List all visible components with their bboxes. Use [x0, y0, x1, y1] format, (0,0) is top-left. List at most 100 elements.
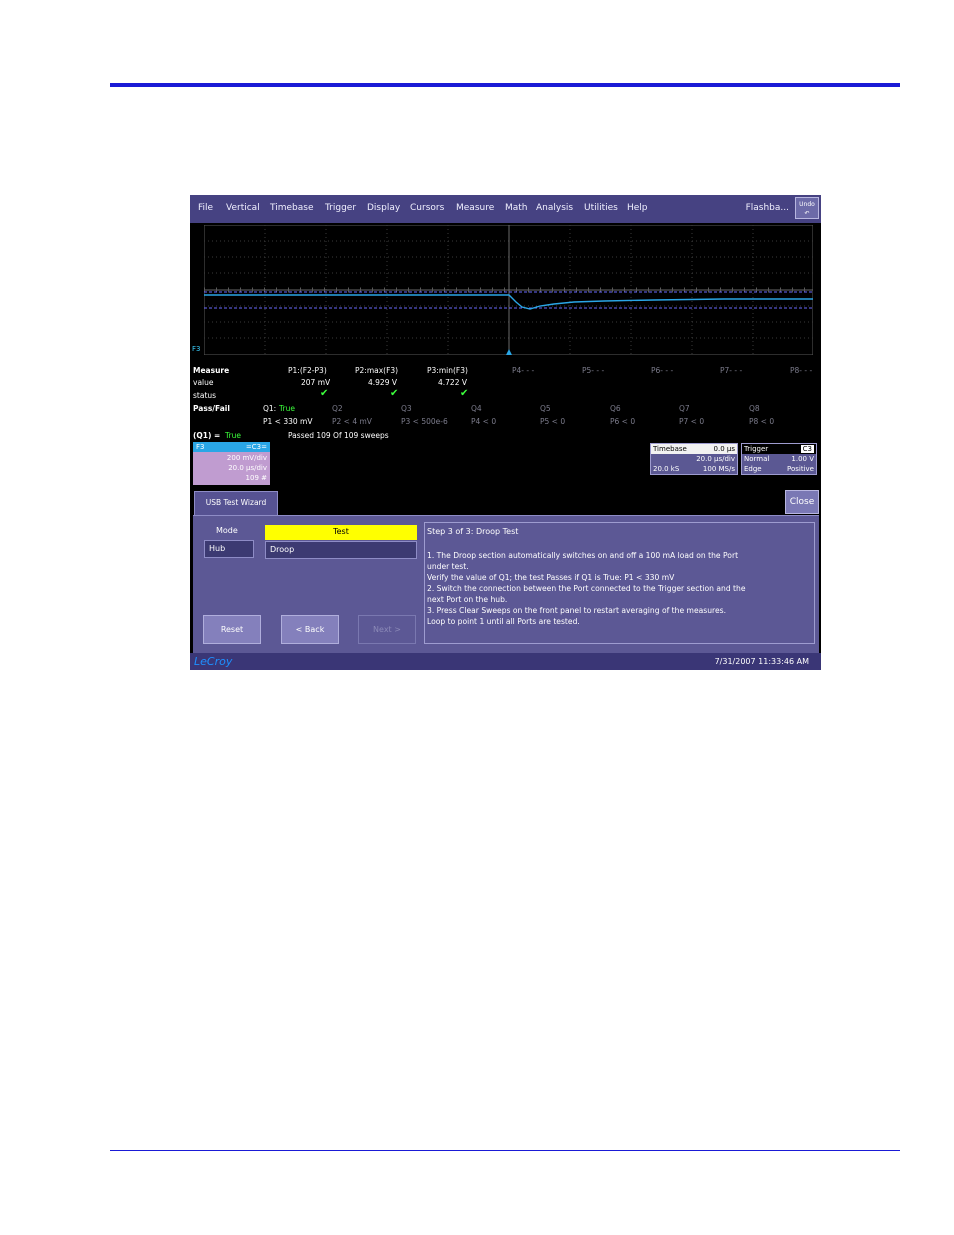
menu-bar: File Vertical Timebase Trigger Display C…	[190, 195, 821, 223]
back-button[interactable]: < Back	[281, 615, 339, 644]
passfail-q7-name[interactable]: Q7	[679, 404, 690, 413]
timebase-header: Timebase 0.0 µs	[651, 444, 737, 454]
passfail-q5-cond: P5 < 0	[540, 417, 566, 426]
page-footer-rule	[110, 1150, 900, 1151]
page-header-rule	[110, 83, 900, 87]
trigger-level: 1.00 V	[791, 455, 814, 463]
param-p2-name[interactable]: P2:max(F3)	[355, 366, 398, 375]
instruction-line: 2. Switch the connection between the Por…	[427, 584, 746, 593]
param-p7-name[interactable]: P7- - -	[720, 366, 742, 375]
menu-math[interactable]: Math	[505, 203, 528, 213]
instruction-line: next Port on the hub.	[427, 595, 508, 604]
reset-button[interactable]: Reset	[203, 615, 261, 644]
f3-source: =C3=	[245, 443, 267, 451]
f3-name: F3	[196, 443, 205, 451]
param-p6-name[interactable]: P6- - -	[651, 366, 673, 375]
undo-icon: ↶	[804, 210, 810, 217]
step-title: Step 3 of 3: Droop Test	[427, 527, 519, 536]
measure-value-label: value	[193, 378, 214, 387]
param-p1-value: 207 mV	[301, 378, 331, 387]
timebase-rate: 100 MS/s	[702, 465, 735, 473]
waveform-grid[interactable]	[204, 225, 813, 355]
menu-utilities[interactable]: Utilities	[584, 203, 618, 213]
passfail-q3-name[interactable]: Q3	[401, 404, 412, 413]
instruction-line: 1. The Droop section automatically switc…	[427, 551, 739, 560]
instruction-line: Loop to point 1 until all Ports are test…	[427, 617, 580, 626]
undo-button[interactable]: Undo ↶	[795, 197, 819, 219]
instruction-line: under test.	[427, 562, 469, 571]
close-button[interactable]: Close	[785, 490, 819, 514]
passfail-q6-name[interactable]: Q6	[610, 404, 621, 413]
timestamp: 7/31/2007 11:33:46 AM	[714, 657, 809, 666]
menu-trigger[interactable]: Trigger	[325, 203, 356, 213]
f3-tdiv: 20.0 µs/div	[228, 464, 267, 472]
param-p2-status-icon: ✔	[390, 388, 399, 399]
trigger-type: Edge	[744, 465, 762, 473]
param-p2-value: 4.929 V	[368, 378, 397, 387]
passfail-q5-name[interactable]: Q5	[540, 404, 551, 413]
passfail-summary-label: (Q1) =	[193, 431, 221, 440]
menu-analysis[interactable]: Analysis	[536, 203, 573, 213]
passfail-q8-cond: P8 < 0	[749, 417, 775, 426]
passfail-q1-state: True	[279, 404, 295, 413]
passfail-summary-text: Passed 109 Of 109 sweeps	[288, 431, 389, 440]
trigger-title: Trigger	[744, 445, 769, 453]
param-p5-name[interactable]: P5- - -	[582, 366, 604, 375]
timebase-samples: 20.0 kS	[653, 465, 680, 473]
menu-measure[interactable]: Measure	[456, 203, 494, 213]
passfail-q2-name[interactable]: Q2	[332, 404, 343, 413]
f3-descriptor-header: F3 =C3=	[193, 442, 270, 452]
timebase-title: Timebase	[653, 445, 687, 453]
passfail-q4-cond: P4 < 0	[471, 417, 497, 426]
trigger-slope: Positive	[787, 465, 814, 473]
waveform-svg	[204, 225, 813, 355]
step-instructions-panel: Step 3 of 3: Droop Test 1. The Droop sec…	[424, 522, 815, 644]
test-list-item-droop[interactable]: Droop	[265, 541, 417, 559]
passfail-q6-cond: P6 < 0	[610, 417, 636, 426]
timebase-delay: 0.0 µs	[713, 445, 735, 453]
timebase-descriptor[interactable]: Timebase 0.0 µs 20.0 µs/div 20.0 kS 100 …	[650, 443, 738, 475]
passfail-q3-cond: P3 < 500e-6	[401, 417, 448, 426]
trace-ground-marker[interactable]: F3	[192, 345, 200, 353]
param-p3-name[interactable]: P3:min(F3)	[427, 366, 468, 375]
passfail-summary-state: True	[225, 431, 241, 440]
menu-cursors[interactable]: Cursors	[410, 203, 444, 213]
mode-select[interactable]: Hub	[204, 540, 254, 558]
param-p4-name[interactable]: P4- - -	[512, 366, 534, 375]
menu-flashback[interactable]: Flashba...	[746, 203, 789, 213]
lecroy-logo: LeCroy	[194, 655, 233, 668]
instruction-line: Verify the value of Q1; the test Passes …	[427, 573, 675, 582]
undo-label: Undo	[799, 201, 815, 208]
instruction-line: 3. Press Clear Sweeps on the front panel…	[427, 606, 727, 615]
status-bar: LeCroy 7/31/2007 11:33:46 AM	[190, 653, 821, 670]
param-p8-name[interactable]: P8- - -	[790, 366, 812, 375]
menu-file[interactable]: File	[198, 203, 213, 213]
passfail-q8-name[interactable]: Q8	[749, 404, 760, 413]
trigger-descriptor[interactable]: Trigger C3 Normal 1.00 V Edge Positive	[741, 443, 817, 475]
menu-help[interactable]: Help	[627, 203, 648, 213]
passfail-q1-cond: P1 < 330 mV	[263, 417, 313, 426]
passfail-q4-name[interactable]: Q4	[471, 404, 482, 413]
next-button[interactable]: Next >	[358, 615, 416, 644]
measure-status-label: status	[193, 391, 217, 400]
f3-trace-descriptor[interactable]: F3 =C3= 200 mV/div 20.0 µs/div 109 #	[193, 442, 270, 485]
trigger-mode: Normal	[744, 455, 770, 463]
usb-test-wizard-tab[interactable]: USB Test Wizard	[194, 491, 278, 515]
param-p1-status-icon: ✔	[320, 388, 329, 399]
f3-sweeps: 109 #	[245, 474, 267, 482]
passfail-title: Pass/Fail	[193, 404, 230, 413]
param-p3-status-icon: ✔	[460, 388, 469, 399]
passfail-q2-cond: P2 < 4 mV	[332, 417, 372, 426]
measure-title: Measure	[193, 366, 230, 375]
passfail-q1-label[interactable]: Q1:	[263, 404, 276, 413]
param-p1-name[interactable]: P1:(F2-P3)	[288, 366, 327, 375]
param-p3-value: 4.722 V	[438, 378, 467, 387]
passfail-q7-cond: P7 < 0	[679, 417, 705, 426]
trigger-header: Trigger C3	[742, 444, 816, 454]
trigger-channel: C3	[800, 445, 814, 453]
menu-vertical[interactable]: Vertical	[226, 203, 260, 213]
menu-timebase[interactable]: Timebase	[270, 203, 313, 213]
mode-label: Mode	[216, 526, 238, 535]
menu-display[interactable]: Display	[367, 203, 400, 213]
scope-screenshot: File Vertical Timebase Trigger Display C…	[190, 195, 821, 670]
